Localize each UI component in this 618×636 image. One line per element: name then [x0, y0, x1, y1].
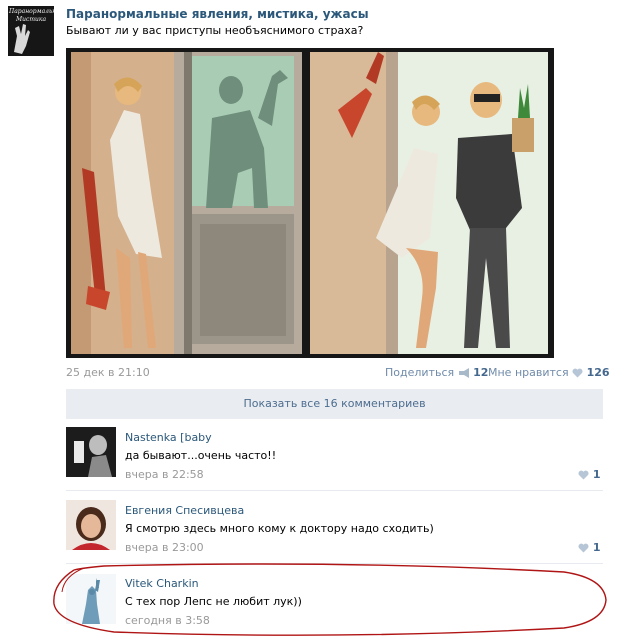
ghost-hand-icon — [14, 24, 30, 54]
group-avatar[interactable]: Паранормальные Мистика — [8, 6, 54, 56]
comment-author-link[interactable]: Vitek Charkin — [125, 577, 199, 591]
post-text: Бывают ли у вас приступы необъяснимого с… — [66, 24, 364, 37]
share-button[interactable]: Поделиться 12 — [385, 366, 488, 380]
post-image[interactable] — [66, 48, 554, 358]
comment-author-link[interactable]: Nastenka [baby — [125, 431, 212, 445]
comment-time-link[interactable]: вчера в 23:00 — [125, 541, 204, 555]
avatar-image — [66, 500, 116, 550]
comment-like-count: 1 — [592, 468, 601, 481]
heart-icon — [572, 368, 583, 378]
like-button[interactable]: Мне нравится 126 — [488, 366, 610, 380]
statue-of-liberty-icon — [66, 574, 116, 624]
comment-like-button[interactable]: 1 — [578, 468, 601, 482]
comment-like-count: 1 — [592, 541, 601, 554]
comment-avatar[interactable] — [66, 500, 116, 550]
avatar-image — [66, 427, 116, 477]
comment-author-link[interactable]: Евгения Спесивцева — [125, 504, 244, 518]
comment-time-link[interactable]: сегодня в 3:58 — [125, 614, 210, 628]
group-name-link[interactable]: Паранормальные явления, мистика, ужасы — [66, 6, 369, 22]
share-label: Поделиться — [385, 366, 455, 379]
show-all-comments-button[interactable]: Показать все 16 комментариев — [66, 389, 603, 419]
post-date-link[interactable]: 25 дек в 21:10 — [66, 366, 150, 380]
comment-text: С тех пор Лепс не любит лук)) — [125, 595, 302, 608]
comment-time-link[interactable]: вчера в 22:58 — [125, 468, 204, 482]
like-count: 126 — [586, 366, 610, 379]
comment-divider — [66, 563, 603, 564]
comment-text: да бывают...очень часто!! — [125, 449, 277, 462]
like-label: Мне нравится — [488, 366, 569, 379]
comment-like-button[interactable]: 1 — [578, 541, 601, 555]
heart-icon — [578, 470, 589, 480]
comic-illustration — [71, 52, 548, 354]
megaphone-icon — [458, 368, 469, 378]
comment-avatar[interactable] — [66, 574, 116, 624]
share-count: 12 — [473, 366, 489, 379]
comment-divider — [66, 490, 603, 491]
comment-text: Я смотрю здесь много кому к доктору надо… — [125, 522, 434, 535]
heart-icon — [578, 543, 589, 553]
comment-avatar[interactable] — [66, 427, 116, 477]
